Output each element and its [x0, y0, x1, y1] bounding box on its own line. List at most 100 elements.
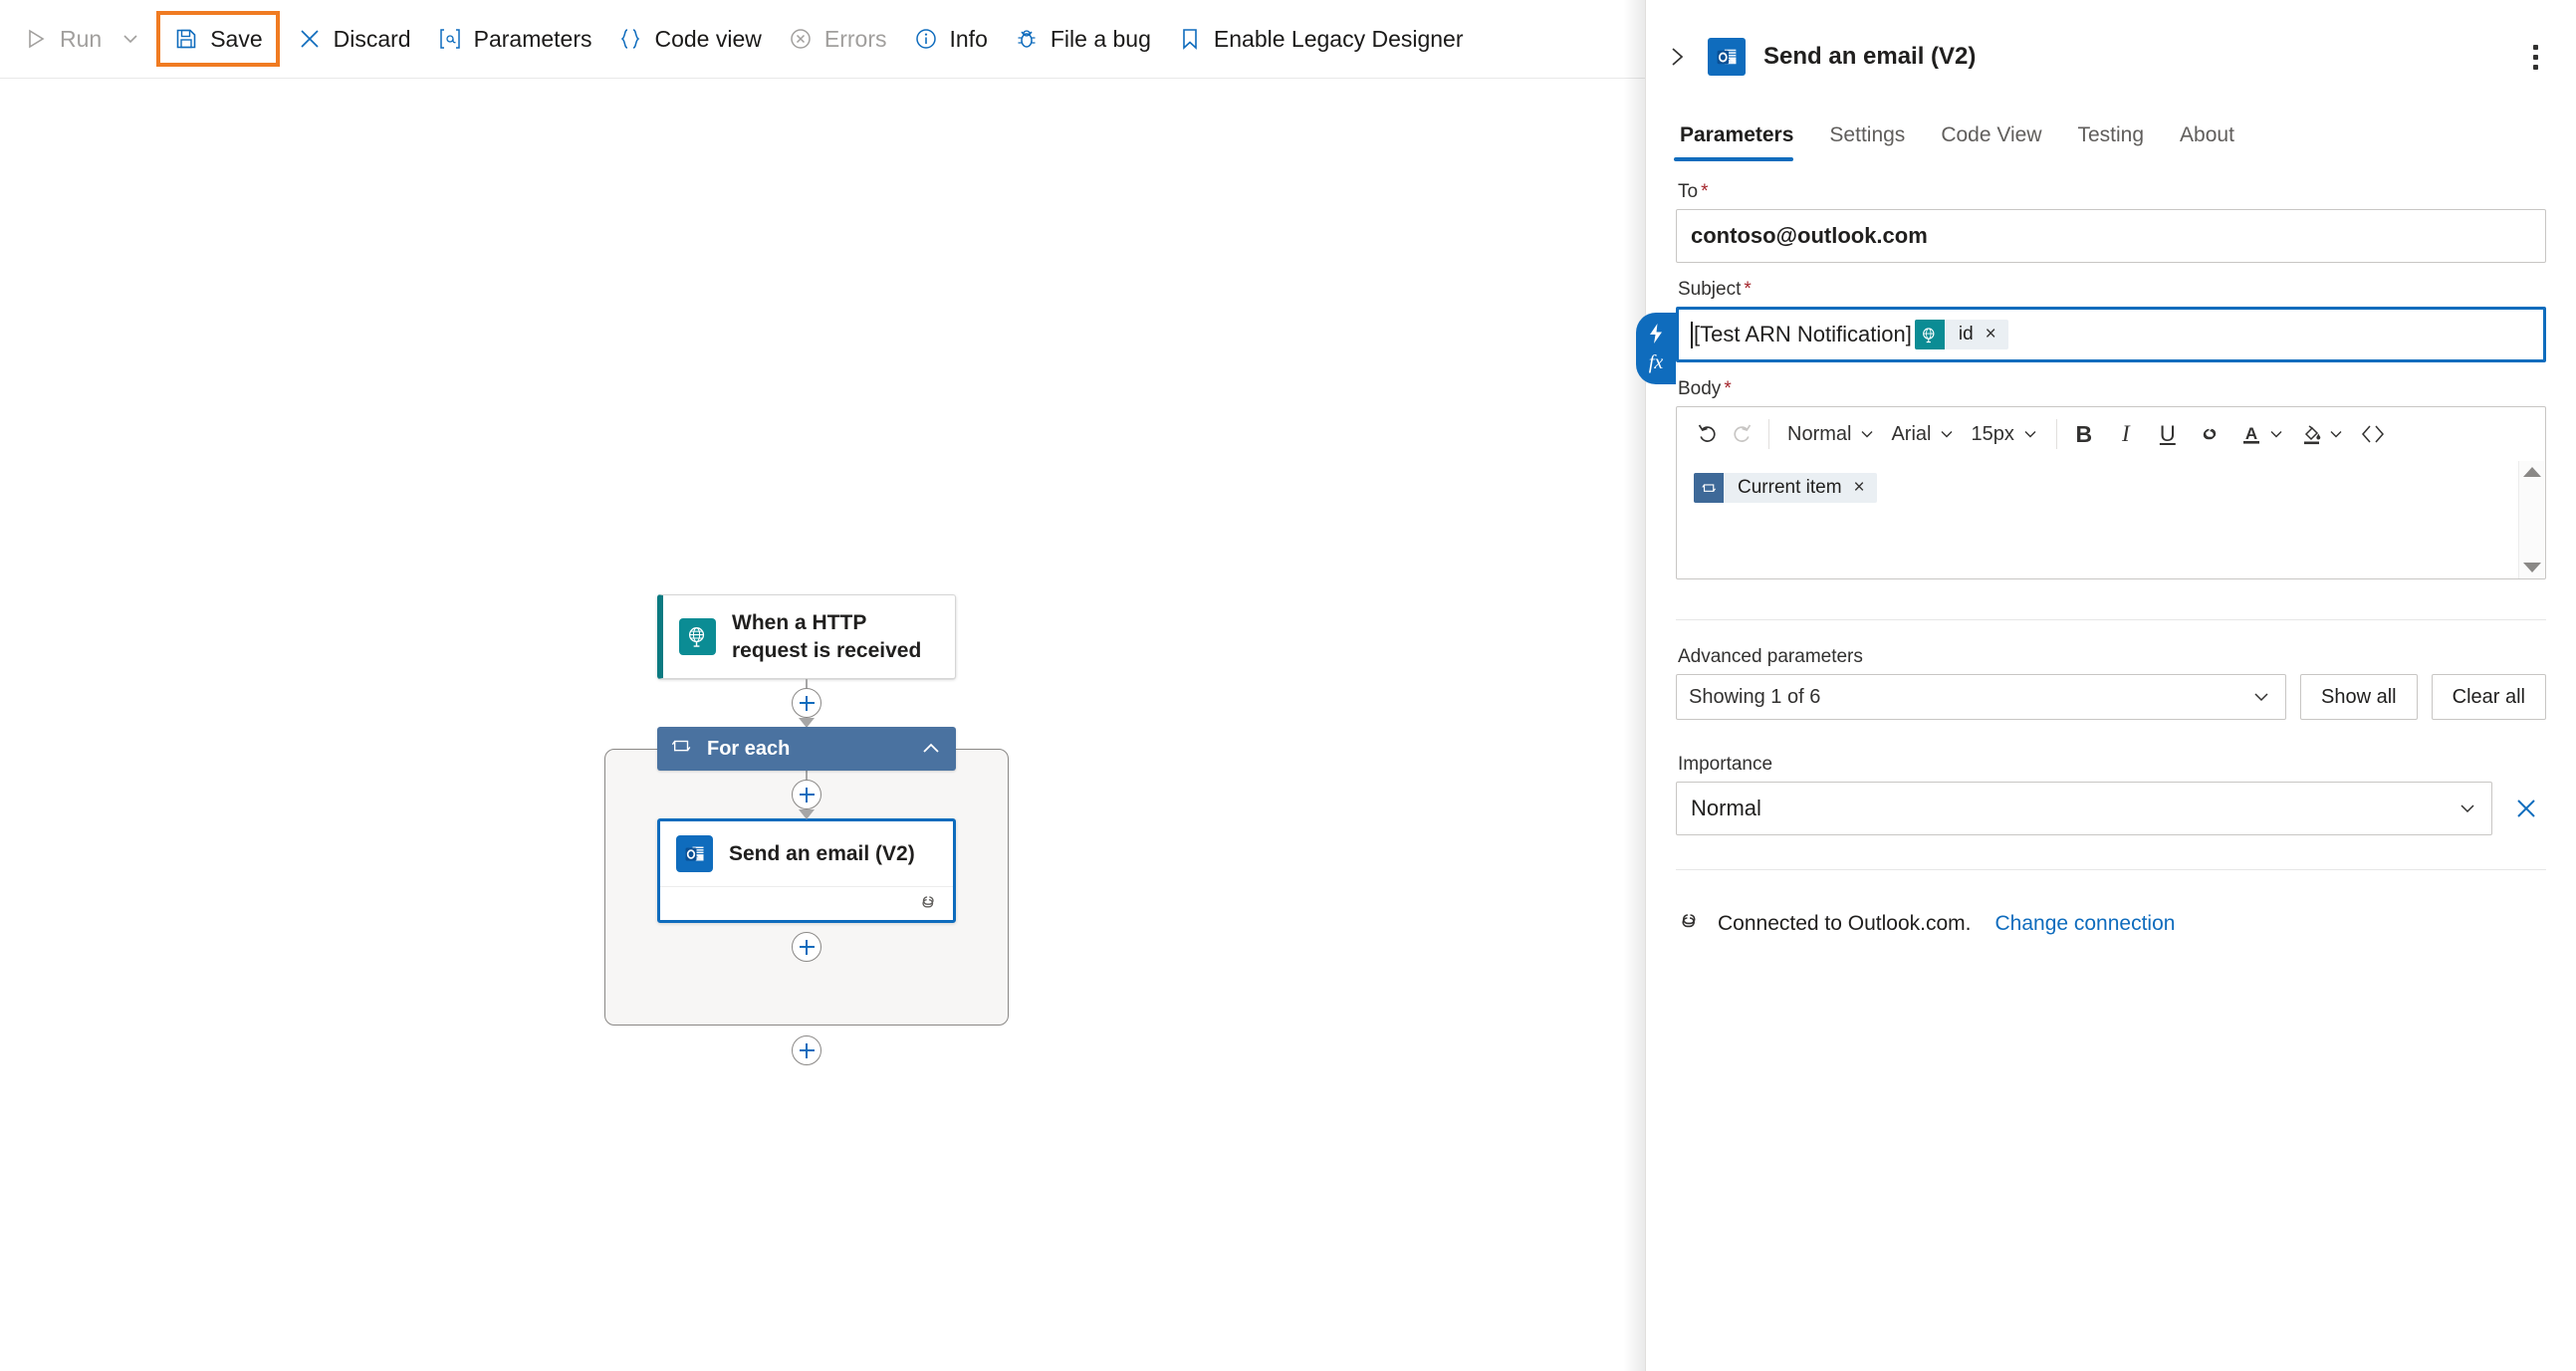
fx-icon[interactable]: fx [1649, 351, 1663, 374]
body-token-current-item[interactable]: Current item × [1694, 473, 1877, 503]
code-brackets-icon[interactable] [2356, 416, 2390, 452]
discard-label: Discard [333, 25, 411, 52]
chevron-up-icon[interactable] [920, 738, 942, 760]
tab-testing[interactable]: Testing [2060, 115, 2163, 161]
connection-status-text: Connected to Outlook.com. [1718, 911, 1972, 935]
show-all-button[interactable]: Show all [2300, 674, 2418, 720]
toolbar-separator [1768, 419, 1769, 449]
discard-button[interactable]: Discard [284, 13, 424, 65]
tab-code-view[interactable]: Code View [1923, 115, 2059, 161]
more-vertical-icon[interactable] [2522, 42, 2548, 72]
lightning-bolt-icon[interactable] [1646, 323, 1666, 349]
bold-icon[interactable]: B [2067, 416, 2101, 452]
add-step-in-foreach-top-button[interactable] [792, 780, 821, 810]
panel-header: Send an email (V2) [1646, 0, 2576, 76]
tab-settings[interactable]: Settings [1811, 115, 1923, 161]
font-size-dropdown[interactable]: 15px [1963, 423, 2045, 446]
change-connection-link[interactable]: Change connection [1994, 912, 2175, 936]
file-a-bug-label: File a bug [1050, 25, 1151, 52]
italic-icon[interactable]: I [2109, 416, 2143, 452]
tab-about-label: About [2180, 123, 2234, 146]
parameters-button[interactable]: Parameters [424, 13, 605, 65]
required-asterisk: * [1744, 279, 1752, 300]
link-icon[interactable] [2193, 416, 2226, 452]
connection-link-icon[interactable] [917, 892, 939, 915]
info-circle-icon [913, 26, 939, 52]
subject-input[interactable]: [Test ARN Notification] id × [1676, 307, 2546, 362]
code-view-label: Code view [654, 25, 762, 52]
paragraph-style-dropdown[interactable]: Normal [1779, 423, 1883, 446]
tab-testing-label: Testing [2077, 123, 2145, 146]
body-label-text: Body [1678, 378, 1722, 399]
bookmark-icon [1177, 26, 1203, 52]
chevron-down-icon [2251, 687, 2271, 707]
font-color-icon[interactable]: A [2234, 416, 2268, 452]
file-a-bug-button[interactable]: File a bug [1001, 13, 1164, 65]
parameters-form: To* Subject* fx [Test ARN Notification] [1636, 181, 2576, 937]
font-family-dropdown[interactable]: Arial [1883, 423, 1963, 446]
scroll-down-arrow[interactable] [2522, 563, 2541, 572]
http-request-globe-icon [679, 618, 716, 656]
chevron-down-icon [1941, 431, 1953, 438]
underline-icon[interactable]: U [2151, 416, 2185, 452]
subject-token-label: id [1958, 324, 1974, 344]
body-rich-text-editor[interactable]: Normal Arial 15px B I U A Current item × [1676, 406, 2546, 579]
subject-label-text: Subject [1678, 279, 1742, 300]
to-input[interactable] [1676, 209, 2546, 263]
curly-braces-icon [617, 26, 643, 52]
advanced-parameters-value: Showing 1 of 6 [1689, 685, 1821, 708]
send-email-footer [660, 886, 953, 920]
trigger-node[interactable]: When a HTTP request is received [657, 594, 956, 680]
send-email-node[interactable]: Send an email (V2) [657, 818, 956, 924]
info-label: Info [949, 25, 988, 52]
importance-select[interactable]: Normal [1676, 782, 2492, 835]
paragraph-style-value: Normal [1787, 422, 1852, 445]
chevron-right-icon[interactable] [1664, 44, 1690, 70]
scroll-up-arrow[interactable] [2522, 467, 2541, 477]
highlight-color-icon[interactable] [2294, 416, 2328, 452]
foreach-title: For each [707, 737, 791, 760]
chevron-down-icon[interactable] [2268, 426, 2284, 442]
clear-all-button[interactable]: Clear all [2431, 674, 2546, 720]
run-button[interactable]: Run [10, 13, 152, 65]
save-button[interactable]: Save [160, 16, 275, 62]
play-icon [23, 26, 49, 52]
subject-text: [Test ARN Notification] [1691, 322, 1912, 348]
clear-importance-button[interactable] [2506, 789, 2546, 828]
connector-trigger-to-foreach [657, 679, 956, 729]
flow-canvas[interactable]: When a HTTP request is received For each… [0, 79, 1645, 1371]
advanced-parameters-select[interactable]: Showing 1 of 6 [1676, 674, 2287, 720]
body-editor-content[interactable]: Current item × [1677, 461, 2545, 578]
redo-icon[interactable] [1725, 416, 1758, 452]
add-step-after-trigger-button[interactable] [792, 688, 821, 719]
foreach-node[interactable]: For each [657, 727, 956, 772]
font-family-value: Arial [1891, 422, 1932, 445]
subject-token-id[interactable]: id × [1914, 320, 2008, 349]
save-label: Save [210, 25, 263, 52]
font-size-value: 15px [1971, 422, 2014, 445]
body-editor-scrollbar[interactable] [2518, 461, 2544, 578]
importance-value: Normal [1691, 796, 1761, 820]
undo-icon[interactable] [1691, 416, 1725, 452]
body-token-label: Current item [1738, 477, 1842, 498]
tab-about[interactable]: About [2162, 115, 2252, 161]
dynamic-content-flyout[interactable]: fx [1636, 313, 1676, 384]
outlook-icon [676, 835, 713, 873]
chevron-down-icon[interactable] [2328, 426, 2344, 442]
code-view-button[interactable]: Code view [604, 13, 774, 65]
connector-foreach-to-email [657, 771, 956, 820]
errors-button[interactable]: Errors [775, 13, 900, 65]
tab-code-view-label: Code View [1941, 123, 2042, 146]
tab-parameters[interactable]: Parameters [1674, 115, 1811, 161]
importance-label: Importance [1678, 754, 1773, 775]
chevron-down-icon[interactable] [121, 30, 139, 48]
required-asterisk: * [1701, 181, 1709, 202]
add-step-after-foreach-button[interactable] [792, 1035, 821, 1066]
close-x-icon[interactable]: × [1852, 477, 1877, 499]
enable-legacy-designer-button[interactable]: Enable Legacy Designer [1164, 13, 1477, 65]
add-step-in-foreach-bottom-button[interactable] [792, 932, 821, 963]
close-x-icon[interactable]: × [1984, 324, 2008, 345]
info-button[interactable]: Info [900, 13, 1001, 65]
section-divider [1676, 619, 2546, 620]
foreach-scope-content: For each Send an email (V2) [657, 727, 986, 971]
